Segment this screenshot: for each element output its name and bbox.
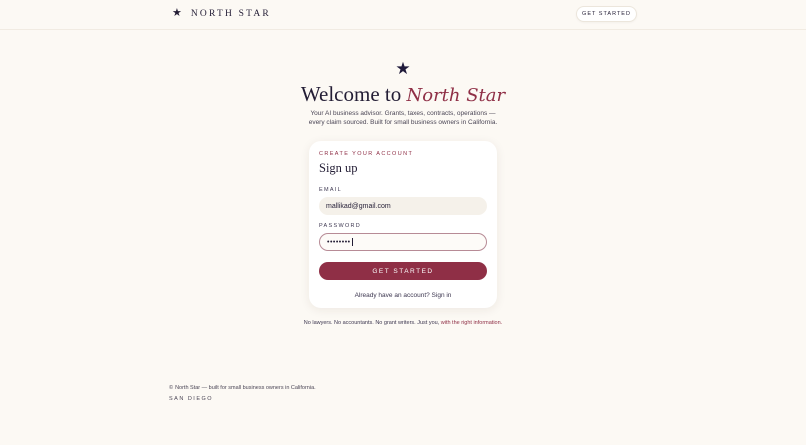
- tagline-text: No lawyers. No accountants. No grant wri…: [303, 320, 441, 326]
- email-field[interactable]: mallikad@gmail.com: [319, 197, 487, 215]
- page-subtitle: Your AI business advisor. Grants, taxes,…: [0, 110, 806, 127]
- top-bar: ★ NORTH STAR GET STARTED: [0, 0, 806, 30]
- footer-text: North Star — built for small business ow…: [175, 385, 316, 391]
- subtitle-line: Your AI business advisor. Grants, taxes,…: [310, 110, 496, 117]
- brand-logo[interactable]: ★ NORTH STAR: [172, 8, 271, 19]
- footer-city: SAN DIEGO: [169, 396, 214, 402]
- form-title: Sign up: [319, 161, 358, 175]
- get-started-header-button[interactable]: GET STARTED: [576, 6, 637, 22]
- signup-card: CREATE YOUR ACCOUNT Sign up EMAIL mallik…: [309, 141, 497, 308]
- email-value: mallikad@gmail.com: [326, 202, 391, 210]
- star-icon: ★: [172, 7, 182, 19]
- form-eyebrow: CREATE YOUR ACCOUNT: [319, 151, 414, 157]
- text-caret: [351, 238, 353, 246]
- tagline: No lawyers. No accountants. No grant wri…: [300, 320, 506, 327]
- signin-prompt: Already have an account?: [354, 292, 432, 299]
- subtitle-line: every claim sourced. Built for small bus…: [308, 118, 498, 126]
- get-started-button[interactable]: GET STARTED: [319, 262, 487, 280]
- brand-name: NORTH STAR: [190, 8, 271, 19]
- copyright-symbol: ©: [169, 385, 174, 391]
- welcome-accent: North Star: [406, 85, 506, 106]
- tagline-accent: with the right information.: [440, 320, 503, 326]
- welcome-prefix: Welcome to: [300, 82, 407, 106]
- email-label: EMAIL: [319, 187, 343, 193]
- star-icon: ★: [395, 59, 411, 78]
- password-label: PASSWORD: [319, 223, 362, 229]
- page-title: Welcome to North Star: [0, 81, 806, 109]
- password-field[interactable]: ••••••••: [319, 233, 487, 251]
- signin-row: Already have an account? Sign in: [309, 292, 497, 299]
- footer-copyright: © North Star — built for small business …: [169, 385, 316, 391]
- password-value: ••••••••: [327, 238, 351, 246]
- signin-link[interactable]: Sign in: [432, 292, 452, 299]
